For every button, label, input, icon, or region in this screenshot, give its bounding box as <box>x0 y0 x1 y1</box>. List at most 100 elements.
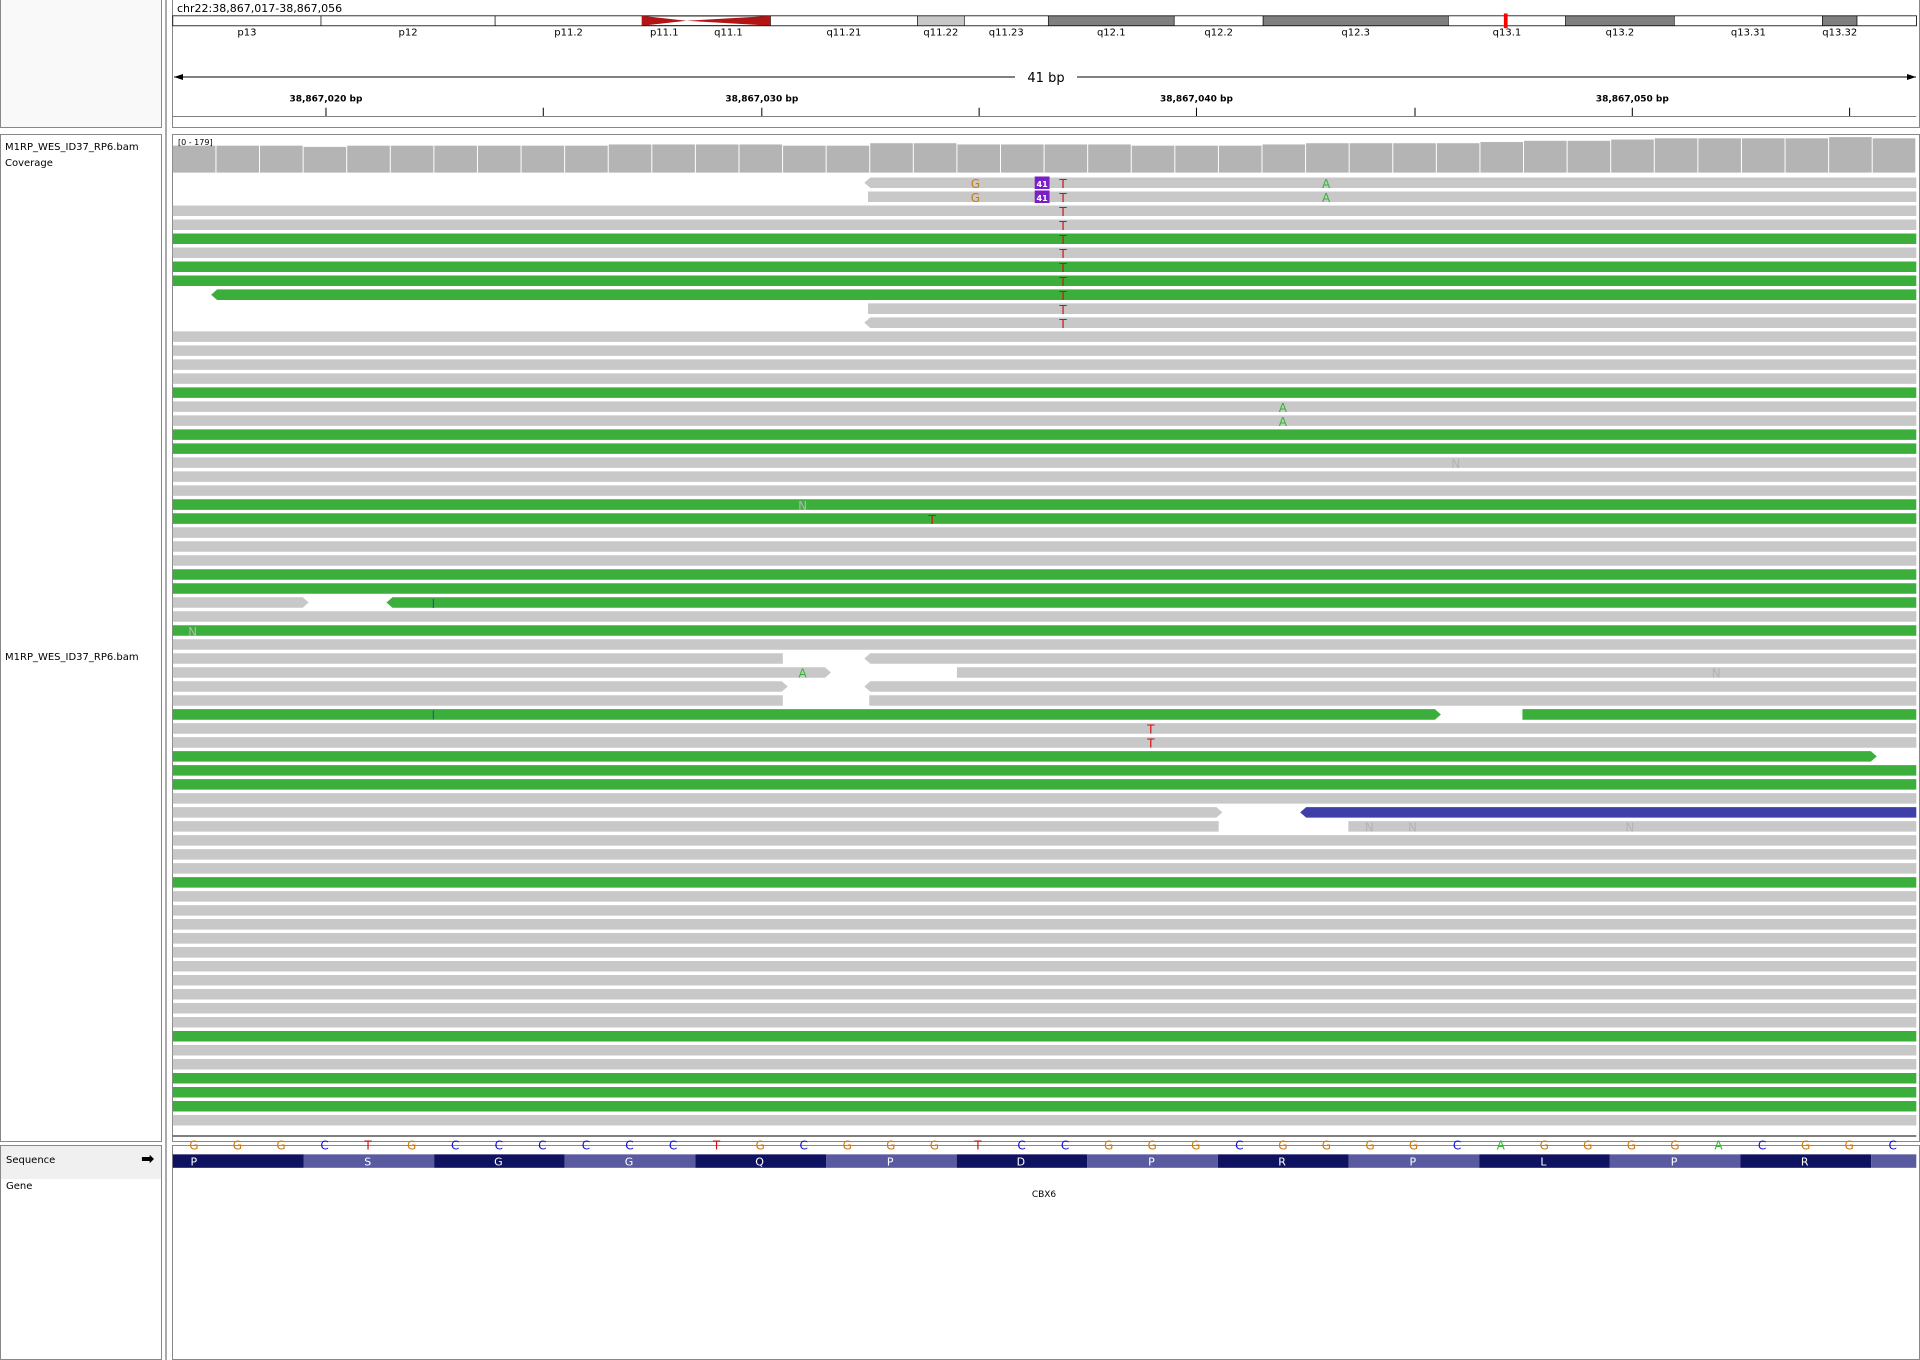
read-segment[interactable] <box>172 541 1917 552</box>
mismatch-base[interactable]: T <box>1146 737 1155 751</box>
read-segment[interactable] <box>172 597 309 608</box>
read-segment[interactable] <box>172 499 1917 510</box>
mismatch-base[interactable]: A <box>798 667 807 681</box>
read-segment[interactable] <box>172 583 1917 594</box>
insertion-marker[interactable]: I <box>432 597 436 611</box>
mismatch-base[interactable]: A <box>1279 415 1288 429</box>
read-segment[interactable] <box>172 1072 1917 1084</box>
mismatch-base[interactable]: G <box>971 177 980 191</box>
read-segment[interactable] <box>172 471 1917 482</box>
read-segment[interactable] <box>172 737 1917 748</box>
read-segment[interactable] <box>172 653 783 664</box>
read-segment[interactable] <box>172 863 1917 874</box>
read-segment[interactable] <box>864 681 1917 692</box>
mismatch-base[interactable]: N <box>1625 821 1634 835</box>
read-segment[interactable] <box>172 401 1917 412</box>
read-segment[interactable] <box>172 569 1917 580</box>
gene-track[interactable]: PSGGQPDPRPLPRR <box>172 1154 1920 1168</box>
read-segment[interactable] <box>172 667 831 678</box>
read-segment[interactable] <box>864 653 1917 664</box>
mismatch-base[interactable]: T <box>1058 289 1067 303</box>
read-segment[interactable] <box>172 947 1917 958</box>
read-segment[interactable] <box>864 317 1917 328</box>
read-segment[interactable] <box>172 331 1917 342</box>
read-segment[interactable] <box>172 1017 1917 1028</box>
read-segment[interactable] <box>172 751 1877 762</box>
mismatch-base[interactable]: N <box>798 499 807 513</box>
read-segment[interactable] <box>868 191 1917 203</box>
mismatch-base[interactable]: T <box>928 513 937 527</box>
read-segment[interactable] <box>172 555 1917 566</box>
read-segment[interactable] <box>868 303 1917 314</box>
insertion-marker[interactable]: I <box>432 709 436 723</box>
read-segment[interactable] <box>172 205 1917 217</box>
mismatch-base[interactable]: T <box>1058 177 1067 191</box>
mismatch-base[interactable]: N <box>1712 667 1721 681</box>
read-segment[interactable] <box>172 961 1917 972</box>
read-segment[interactable] <box>172 625 1917 636</box>
mismatch-base[interactable]: N <box>1365 821 1374 835</box>
mismatch-base[interactable]: T <box>1058 303 1067 317</box>
read-segment[interactable] <box>172 275 1917 286</box>
mismatch-base[interactable]: N <box>1451 457 1460 471</box>
read-segment[interactable] <box>864 177 1917 189</box>
read-segment[interactable] <box>172 709 1441 720</box>
amino-acid-block[interactable] <box>1871 1154 1917 1168</box>
read-segment[interactable] <box>172 1003 1917 1014</box>
read-segment[interactable] <box>172 1058 1917 1070</box>
read-segment[interactable] <box>172 485 1917 496</box>
igv-viewport[interactable]: chr22:38,867,017-38,867,056 p13 p12 p11.2 p… <box>0 0 1920 1360</box>
mismatch-base[interactable]: T <box>1058 261 1067 275</box>
read-segment[interactable] <box>172 443 1917 454</box>
read-segment[interactable] <box>172 1086 1917 1098</box>
read-segment[interactable] <box>172 933 1917 944</box>
mismatch-base[interactable]: T <box>1058 247 1067 261</box>
read-segment[interactable] <box>172 457 1917 468</box>
read-segment[interactable] <box>172 905 1917 916</box>
read-segment[interactable] <box>172 219 1917 231</box>
read-segment[interactable] <box>172 1100 1917 1112</box>
read-segment[interactable] <box>172 695 783 706</box>
read-segment[interactable] <box>172 1030 1917 1042</box>
mismatch-base[interactable]: T <box>1058 219 1067 233</box>
read-segment[interactable] <box>172 989 1917 1000</box>
read-segment[interactable] <box>172 261 1917 272</box>
read-segment[interactable] <box>172 793 1917 804</box>
sequence-track[interactable]: GGGCTGCCCCCCTGCGGGTCCGGGCGGGGCAGGGGACGGC <box>172 1135 1917 1152</box>
read-segment[interactable] <box>172 919 1917 930</box>
read-segment[interactable] <box>172 429 1917 440</box>
read-segment[interactable] <box>1300 807 1917 818</box>
read-segment[interactable] <box>172 1114 1917 1126</box>
read-segment[interactable] <box>172 807 1223 818</box>
read-segment[interactable] <box>386 597 1917 608</box>
read-segment[interactable] <box>172 415 1917 426</box>
mismatch-base[interactable]: A <box>1322 191 1331 205</box>
read-segment[interactable] <box>172 681 788 692</box>
read-segment[interactable] <box>172 247 1917 258</box>
read-segment[interactable] <box>172 345 1917 356</box>
read-segment[interactable] <box>956 667 1917 678</box>
mismatch-base[interactable]: A <box>1279 401 1288 415</box>
read-segment[interactable] <box>172 975 1917 986</box>
mismatch-base[interactable]: T <box>1058 191 1067 205</box>
mismatch-base[interactable]: A <box>1322 177 1331 191</box>
read-segment[interactable] <box>172 639 1917 650</box>
read-segment[interactable] <box>172 233 1917 244</box>
mismatch-base[interactable]: G <box>971 191 980 205</box>
read-segment[interactable] <box>869 695 1917 706</box>
coverage-track[interactable] <box>172 137 1916 173</box>
alignment-track[interactable]: G 41 T AG 41 T ATTTTTTTTTAANNTINA NITTN N N <box>172 176 1917 1126</box>
read-segment[interactable] <box>172 513 1917 524</box>
read-segment[interactable] <box>172 387 1917 398</box>
read-segment[interactable] <box>172 821 1219 832</box>
read-segment[interactable] <box>172 611 1917 622</box>
read-segment[interactable] <box>1522 709 1917 720</box>
chromosome-ideogram[interactable]: p13 p12 p11.2 p11.1 q11.1 q11.21 q11.22 q11.23 q… <box>172 13 1917 38</box>
read-segment[interactable] <box>172 779 1917 790</box>
read-segment[interactable] <box>172 877 1917 888</box>
read-segment[interactable] <box>172 359 1917 370</box>
read-segment[interactable] <box>172 849 1917 860</box>
read-segment[interactable] <box>172 527 1917 538</box>
read-segment[interactable] <box>172 373 1917 384</box>
read-segment[interactable] <box>172 891 1917 902</box>
